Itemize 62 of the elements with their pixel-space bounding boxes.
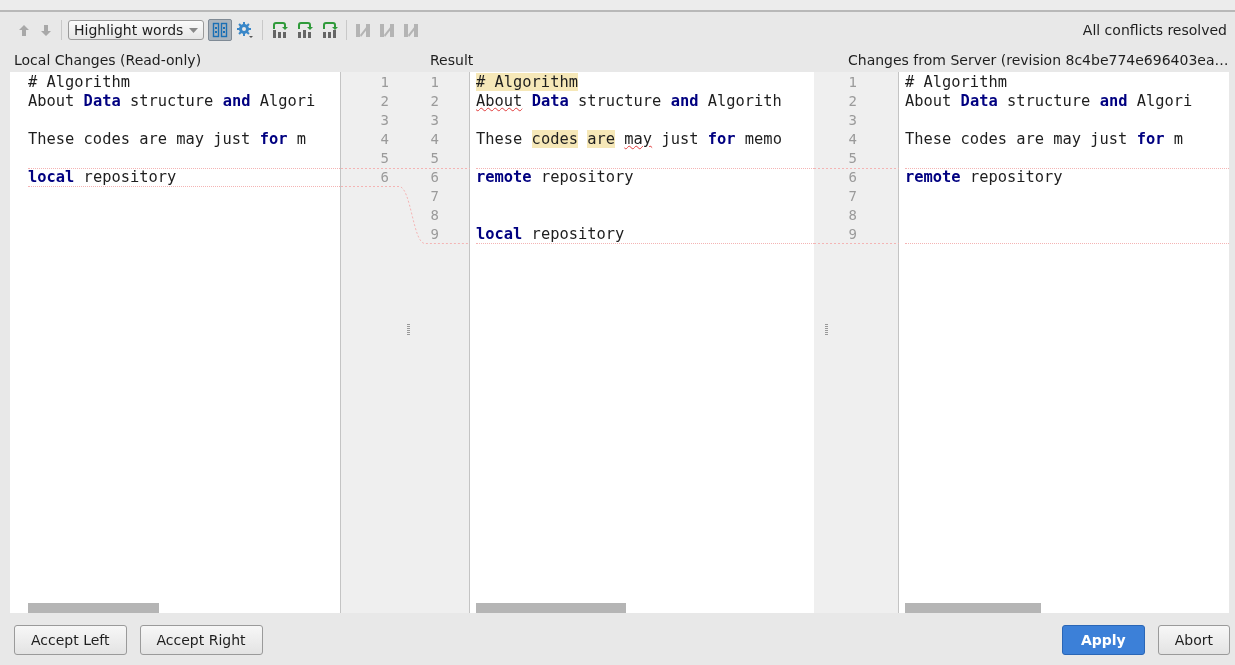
line-number: 9 bbox=[429, 226, 439, 243]
code-line: These codes are may just for m bbox=[28, 130, 306, 148]
line-number: 2 bbox=[847, 93, 857, 110]
code-line: About Data structure and Algori bbox=[28, 92, 316, 110]
line-number: 5 bbox=[847, 150, 857, 167]
line-number: 5 bbox=[379, 150, 389, 167]
code-line: # Algorithm bbox=[28, 73, 130, 91]
code-line: local repository bbox=[476, 225, 625, 243]
line-number: 7 bbox=[429, 188, 439, 205]
line-number: 4 bbox=[429, 131, 439, 148]
arrow-down-icon bbox=[39, 22, 53, 38]
code-line: # Algorithm bbox=[905, 73, 1007, 91]
dialog-button[interactable]: Accept Right bbox=[139, 624, 263, 655]
line-number: 1 bbox=[379, 74, 389, 91]
columns-icon bbox=[355, 22, 372, 38]
code-line: remote repository bbox=[476, 168, 634, 186]
line-number: 6 bbox=[379, 169, 389, 186]
dialog-button[interactable]: Abort bbox=[1157, 624, 1230, 655]
dialog-button[interactable]: Accept Left bbox=[14, 624, 127, 655]
pane-title: Changes from Server (revision 8c4be774e696403ea… bbox=[848, 52, 1229, 68]
arrow-up-icon bbox=[17, 22, 31, 38]
status-text: All conflicts resolved bbox=[1082, 22, 1227, 38]
line-number: 3 bbox=[429, 112, 439, 129]
splitter-grip-icon[interactable] bbox=[407, 324, 410, 336]
columns-icon bbox=[212, 22, 229, 38]
gear-icon bbox=[236, 21, 255, 39]
line-number: 3 bbox=[847, 112, 857, 129]
line-number: 6 bbox=[847, 169, 857, 186]
apply-button[interactable]: Apply bbox=[1061, 624, 1145, 655]
line-number: 3 bbox=[379, 112, 389, 129]
scrollbar-thumb[interactable] bbox=[28, 603, 159, 613]
line-number: 8 bbox=[429, 207, 439, 224]
sync-scroll-toggle[interactable] bbox=[208, 19, 233, 41]
columns-icon bbox=[379, 22, 396, 38]
merge-arrow-icon bbox=[321, 21, 339, 39]
line-number: 6 bbox=[429, 169, 439, 186]
scrollbar-thumb[interactable] bbox=[905, 603, 1041, 613]
code-line: remote repository bbox=[905, 168, 1063, 186]
splitter-grip-icon[interactable] bbox=[825, 324, 828, 336]
line-number: 4 bbox=[847, 131, 857, 148]
line-number: 4 bbox=[379, 131, 389, 148]
code-line: local repository bbox=[28, 168, 177, 186]
line-number: 8 bbox=[847, 207, 857, 224]
pane-title: Local Changes (Read-only) bbox=[14, 52, 203, 68]
highlight-dropdown[interactable]: Highlight words bbox=[68, 20, 205, 40]
line-number: 5 bbox=[429, 150, 439, 167]
caret-icon bbox=[189, 27, 199, 33]
line-number: 2 bbox=[379, 93, 389, 110]
columns-icon bbox=[403, 22, 420, 38]
line-number: 1 bbox=[847, 74, 857, 91]
line-number: 1 bbox=[429, 74, 439, 91]
pane-title: Result bbox=[430, 52, 475, 68]
scrollbar-thumb[interactable] bbox=[476, 603, 626, 613]
line-number: 9 bbox=[847, 226, 857, 243]
code-line: About Data structure and Algorith bbox=[476, 92, 782, 110]
merge-arrow-icon bbox=[296, 21, 314, 39]
merge-arrow-icon bbox=[271, 21, 289, 39]
line-number: 7 bbox=[847, 188, 857, 205]
line-number: 2 bbox=[429, 93, 439, 110]
code-line: These codes are may just for m bbox=[905, 130, 1183, 148]
code-line: About Data structure and Algori bbox=[905, 92, 1193, 110]
code-line: These codes are may just for memo bbox=[476, 130, 782, 148]
